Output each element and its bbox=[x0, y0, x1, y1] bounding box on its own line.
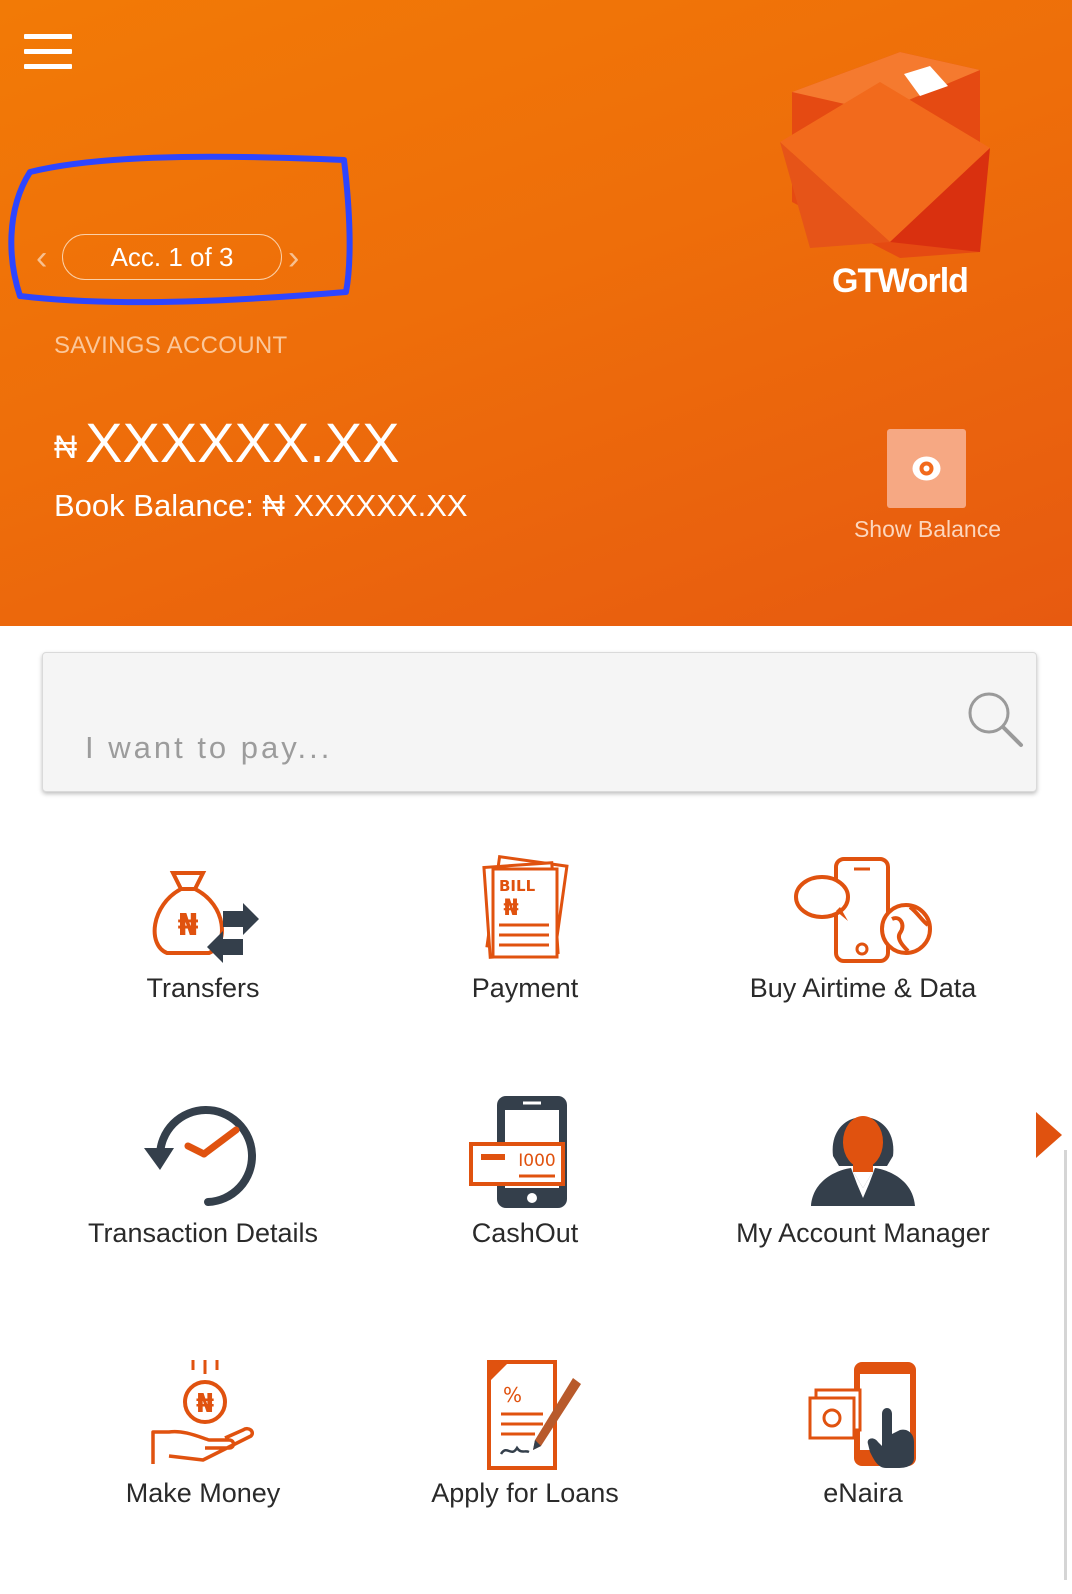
cashout-tile[interactable]: I000 CashOut bbox=[360, 1094, 690, 1249]
search-input[interactable] bbox=[83, 729, 887, 767]
naira-sign: ₦ bbox=[503, 896, 518, 921]
loan-document-icon: % bbox=[487, 1360, 581, 1470]
percent-sign: % bbox=[503, 1383, 522, 1407]
phone-cash-icon: I000 bbox=[469, 1096, 567, 1208]
naira-sign: ₦ bbox=[196, 1389, 214, 1419]
show-balance-label[interactable]: Show Balance bbox=[840, 516, 1015, 543]
money-bag-transfer-icon: ₦ bbox=[152, 871, 259, 963]
phone-tap-icon bbox=[808, 1362, 916, 1468]
hand-coin-icon: ₦ bbox=[151, 1360, 255, 1464]
search-bar bbox=[42, 652, 1037, 792]
account-header: GTWorld ‹ Acc. 1 of 3 › SAVINGS ACCOUNT … bbox=[0, 0, 1072, 626]
tile-label: Apply for Loans bbox=[431, 1478, 619, 1508]
transaction-details-tile[interactable]: Transaction Details bbox=[38, 1094, 368, 1249]
naira-sign: ₦ bbox=[178, 908, 199, 943]
account-selector-pill[interactable]: Acc. 1 of 3 bbox=[62, 234, 282, 280]
logo-text: GTWorld bbox=[832, 262, 969, 300]
tile-label: Buy Airtime & Data bbox=[749, 973, 977, 1003]
next-page-arrow-icon[interactable] bbox=[1034, 1110, 1064, 1160]
transfers-tile[interactable]: ₦ Transfers bbox=[38, 855, 368, 1004]
apply-for-loans-tile[interactable]: % Apply for Loans bbox=[360, 1360, 690, 1509]
make-money-tile[interactable]: ₦ Make Money bbox=[38, 1360, 368, 1509]
phone-chat-globe-icon bbox=[794, 857, 932, 963]
hamburger-menu-icon[interactable] bbox=[24, 34, 72, 70]
buy-airtime-data-tile[interactable]: Buy Airtime & Data bbox=[698, 855, 1028, 1004]
next-account-button[interactable]: › bbox=[288, 238, 299, 278]
tile-label: Transaction Details bbox=[87, 1218, 319, 1248]
my-account-manager-tile[interactable]: My Account Manager bbox=[698, 1094, 1028, 1249]
prev-account-button[interactable]: ‹ bbox=[36, 238, 47, 278]
tile-label: eNaira bbox=[823, 1478, 903, 1508]
bill-icon: BILL ₦ bbox=[482, 855, 569, 959]
tile-label: CashOut bbox=[471, 1218, 579, 1248]
tile-label: My Account Manager bbox=[736, 1218, 990, 1248]
enaira-tile[interactable]: eNaira bbox=[698, 1360, 1028, 1509]
payment-tile[interactable]: BILL ₦ Payment bbox=[360, 855, 690, 1004]
available-balance-value: XXXXXX.XX bbox=[85, 411, 400, 474]
currency-symbol: ₦ bbox=[54, 429, 78, 466]
tile-label: Payment bbox=[471, 973, 579, 1003]
tile-label: Make Money bbox=[125, 1478, 281, 1508]
search-icon[interactable] bbox=[965, 689, 1025, 749]
account-type-label: SAVINGS ACCOUNT bbox=[54, 332, 288, 359]
account-manager-icon bbox=[811, 1116, 915, 1206]
cash-amount-text: I000 bbox=[518, 1151, 555, 1171]
history-clock-icon bbox=[144, 1106, 256, 1206]
bill-text: BILL bbox=[499, 877, 536, 895]
show-balance-button[interactable] bbox=[887, 429, 966, 508]
tile-label: Transfers bbox=[146, 973, 260, 1003]
book-balance: Book Balance: ₦ XXXXXX.XX bbox=[54, 488, 468, 523]
available-balance: ₦ XXXXXX.XX bbox=[54, 408, 399, 482]
eye-icon bbox=[912, 456, 941, 481]
scrollbar[interactable] bbox=[1064, 1150, 1067, 1580]
